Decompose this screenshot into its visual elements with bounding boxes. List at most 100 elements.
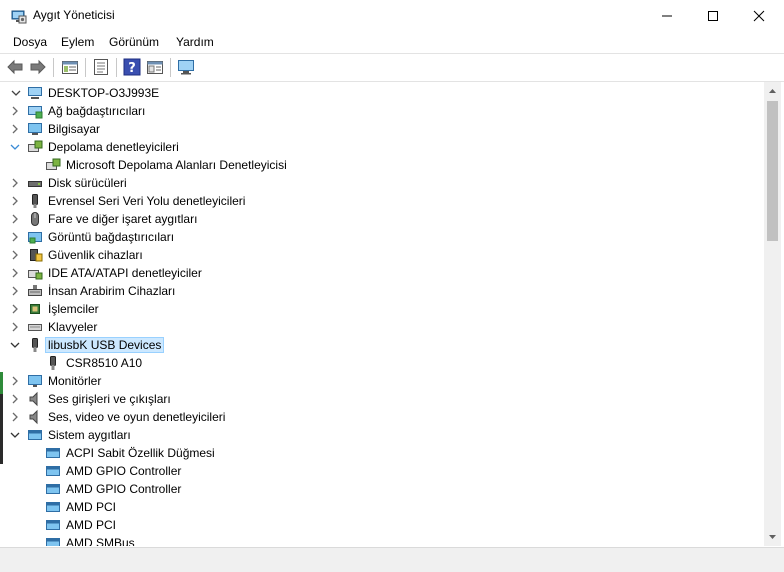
tree-item-label: Fare ve diğer işaret aygıtları bbox=[48, 212, 198, 226]
background-window-edge bbox=[0, 394, 3, 464]
tree-item-label: İnsan Arabirim Cihazları bbox=[48, 284, 176, 298]
close-button[interactable] bbox=[736, 0, 782, 31]
hid-icon bbox=[28, 285, 42, 296]
tree-category[interactable]: Disk sürücüleri bbox=[4, 174, 762, 192]
chevron-right-icon[interactable] bbox=[9, 321, 21, 333]
menu-dosya[interactable]: Dosya bbox=[13, 35, 47, 49]
tree-device[interactable]: AMD PCI bbox=[4, 498, 762, 516]
menu-gorunum[interactable]: Görünüm bbox=[109, 35, 159, 49]
chevron-down-icon[interactable] bbox=[9, 339, 21, 351]
maximize-button[interactable] bbox=[690, 0, 736, 31]
tree-item-label: libusbK USB Devices bbox=[44, 337, 165, 353]
tree-category[interactable]: Ses girişleri ve çıkışları bbox=[4, 390, 762, 408]
tree-category[interactable]: İnsan Arabirim Cihazları bbox=[4, 282, 762, 300]
tree-category[interactable]: Ses, video ve oyun denetleyicileri bbox=[4, 408, 762, 426]
system-device-icon bbox=[46, 466, 60, 476]
tree-device[interactable]: AMD SMBus bbox=[4, 534, 762, 546]
chevron-down-icon[interactable] bbox=[9, 141, 21, 153]
system-device-icon bbox=[46, 538, 60, 546]
tree-item-label: CSR8510 A10 bbox=[66, 356, 143, 370]
menu-eylem[interactable]: Eylem bbox=[61, 35, 94, 49]
scroll-down-icon[interactable] bbox=[768, 533, 777, 541]
tree-item-label: Microsoft Depolama Alanları Denetleyicis… bbox=[66, 158, 287, 172]
minimize-icon bbox=[662, 15, 672, 17]
tree-item-label: Bilgisayar bbox=[48, 122, 101, 136]
chevron-right-icon[interactable] bbox=[9, 123, 21, 135]
tree-category[interactable]: Depolama denetleyicileri bbox=[4, 138, 762, 156]
chevron-right-icon[interactable] bbox=[9, 285, 21, 297]
tree-category[interactable]: Bilgisayar bbox=[4, 120, 762, 138]
tree-item-label: Monitörler bbox=[48, 374, 102, 388]
chevron-right-icon[interactable] bbox=[9, 393, 21, 405]
root-label: DESKTOP-O3J993E bbox=[48, 86, 160, 100]
disk-drive-icon bbox=[28, 181, 42, 187]
chevron-right-icon[interactable] bbox=[9, 105, 21, 117]
chevron-right-icon[interactable] bbox=[9, 249, 21, 261]
storage-controller-icon bbox=[46, 158, 61, 170]
back-icon[interactable] bbox=[6, 58, 24, 76]
tree-item-label: Sistem aygıtları bbox=[48, 428, 131, 442]
device-tree[interactable]: DESKTOP-O3J993E Ağ bağdaştırıcıları Bilgi… bbox=[4, 82, 764, 546]
network-adapter-icon bbox=[28, 106, 43, 119]
maximize-icon bbox=[708, 11, 718, 21]
menu-bar: Dosya Eylem Görünüm Yardım bbox=[0, 31, 784, 52]
tree-item-label: Ağ bağdaştırıcıları bbox=[48, 104, 146, 118]
tree-item-label: Disk sürücüleri bbox=[48, 176, 127, 190]
chevron-right-icon[interactable] bbox=[9, 375, 21, 387]
tree-category[interactable]: Sistem aygıtları bbox=[4, 426, 762, 444]
chevron-right-icon[interactable] bbox=[9, 231, 21, 243]
chevron-down-icon[interactable] bbox=[10, 87, 22, 99]
mouse-icon bbox=[31, 212, 39, 226]
tree-item-label: Güvenlik cihazları bbox=[48, 248, 143, 262]
chevron-right-icon[interactable] bbox=[9, 303, 21, 315]
tree-category[interactable]: Görüntü bağdaştırıcıları bbox=[4, 228, 762, 246]
tree-device[interactable]: ACPI Sabit Özellik Düğmesi bbox=[4, 444, 762, 462]
system-device-icon bbox=[46, 448, 60, 458]
properties-pane-icon[interactable] bbox=[61, 58, 79, 76]
display-adapter-icon bbox=[28, 232, 42, 244]
tree-category[interactable]: libusbK USB Devices bbox=[4, 336, 762, 354]
view-list-icon[interactable] bbox=[92, 58, 110, 76]
chevron-right-icon[interactable] bbox=[9, 411, 21, 423]
chevron-right-icon[interactable] bbox=[9, 177, 21, 189]
menu-yardim[interactable]: Yardım bbox=[176, 35, 214, 49]
chevron-right-icon[interactable] bbox=[9, 195, 21, 207]
chevron-right-icon[interactable] bbox=[9, 267, 21, 279]
tree-category[interactable]: Evrensel Seri Veri Yolu denetleyicileri bbox=[4, 192, 762, 210]
tree-item-label: Görüntü bağdaştırıcıları bbox=[48, 230, 175, 244]
tree-category[interactable]: Ağ bağdaştırıcıları bbox=[4, 102, 762, 120]
chevron-down-icon[interactable] bbox=[9, 429, 21, 441]
computer-icon bbox=[28, 123, 42, 135]
chevron-right-icon[interactable] bbox=[9, 213, 21, 225]
toolbar-separator bbox=[170, 58, 171, 77]
help-icon[interactable]: ? bbox=[123, 58, 141, 76]
monitor-scan-icon[interactable] bbox=[177, 58, 195, 76]
scrollbar-thumb[interactable] bbox=[767, 101, 778, 241]
minimize-button[interactable] bbox=[644, 0, 690, 31]
status-bar bbox=[0, 547, 784, 572]
tree-device[interactable]: AMD GPIO Controller bbox=[4, 480, 762, 498]
vertical-scrollbar[interactable] bbox=[764, 82, 781, 546]
tree-category[interactable]: IDE ATA/ATAPI denetleyiciler bbox=[4, 264, 762, 282]
tree-category[interactable]: Klavyeler bbox=[4, 318, 762, 336]
svg-text:?: ? bbox=[128, 61, 136, 76]
system-device-icon bbox=[28, 430, 42, 440]
tree-device[interactable]: AMD PCI bbox=[4, 516, 762, 534]
tree-category[interactable]: Fare ve diğer işaret aygıtları bbox=[4, 210, 762, 228]
close-icon bbox=[753, 10, 765, 22]
tree-device[interactable]: AMD GPIO Controller bbox=[4, 462, 762, 480]
tree-category[interactable]: Güvenlik cihazları bbox=[4, 246, 762, 264]
tree-root[interactable]: DESKTOP-O3J993E bbox=[4, 84, 762, 102]
toolbar-separator bbox=[85, 58, 86, 77]
tree-category[interactable]: Monitörler bbox=[4, 372, 762, 390]
view-details-icon[interactable] bbox=[146, 58, 164, 76]
toolbar-separator bbox=[116, 58, 117, 77]
ide-controller-icon bbox=[28, 270, 43, 280]
tree-device[interactable]: CSR8510 A10 bbox=[4, 354, 762, 372]
tree-item-label: Klavyeler bbox=[48, 320, 98, 334]
tree-item-label: AMD GPIO Controller bbox=[66, 482, 182, 496]
tree-device[interactable]: Microsoft Depolama Alanları Denetleyicis… bbox=[4, 156, 762, 174]
tree-category[interactable]: İşlemciler bbox=[4, 300, 762, 318]
forward-icon[interactable] bbox=[29, 58, 47, 76]
scroll-up-icon[interactable] bbox=[768, 87, 777, 95]
